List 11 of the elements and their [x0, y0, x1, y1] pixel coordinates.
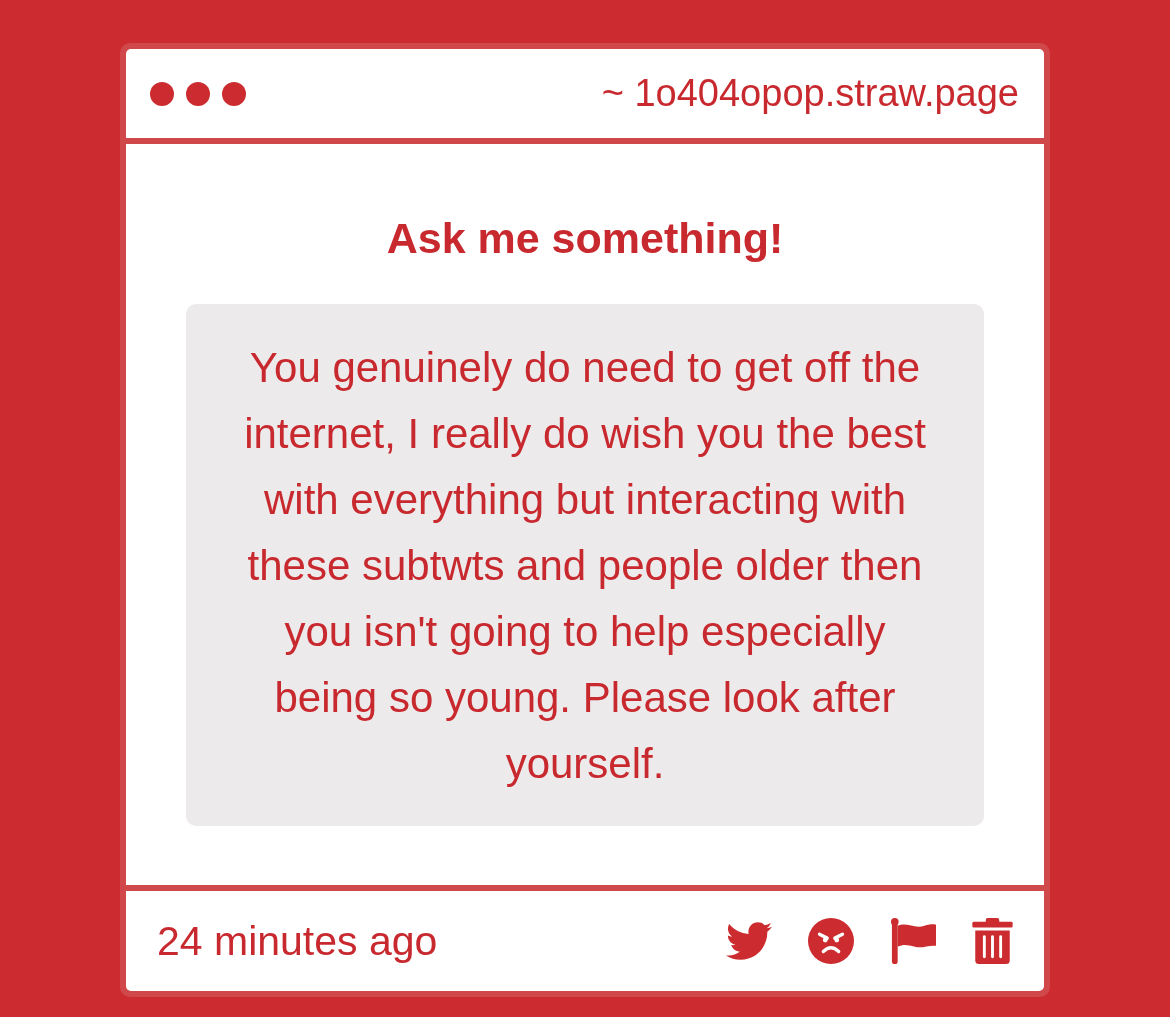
question-text: You genuinely do need to get off the internet, I really do wish you the best with everything but interacting with these subtwts and people older then you isn't going to help especially being so young. Please look after yourself.: [243, 343, 927, 789]
angry-face-icon[interactable]: [808, 918, 854, 964]
flag-icon[interactable]: [890, 918, 936, 964]
bird-icon[interactable]: [726, 922, 772, 960]
dot-icon: [222, 81, 246, 106]
dot-icon: [150, 81, 174, 106]
card-title: Ask me something!: [385, 213, 785, 264]
site-url: ~ 1o404opop.straw.page: [601, 72, 1019, 115]
trash-icon[interactable]: [972, 918, 1013, 964]
dot-icon: [186, 81, 210, 106]
timestamp: 24 minutes ago: [157, 917, 438, 965]
